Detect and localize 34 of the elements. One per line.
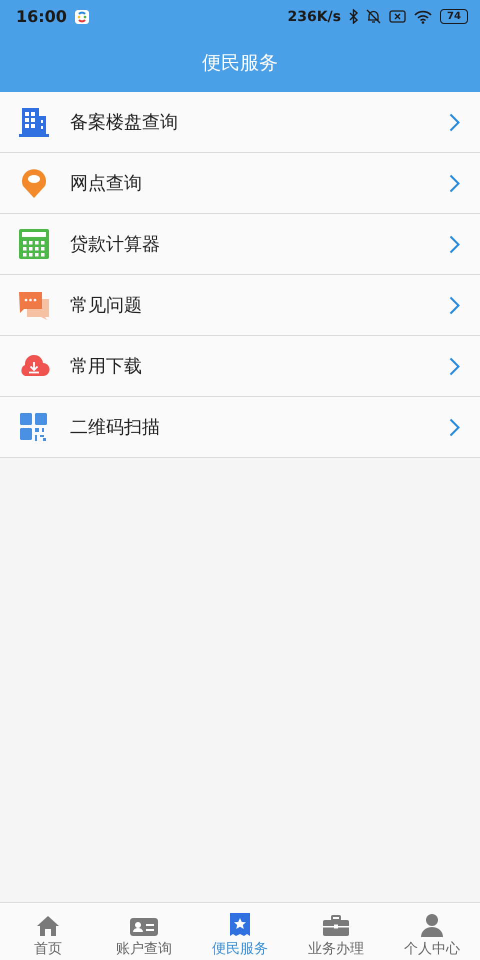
id-card-icon [130, 917, 158, 937]
nav-tab[interactable]: 首页 [0, 903, 96, 960]
nav-tab[interactable]: 账户查询 [96, 903, 192, 960]
chevron-right-icon [449, 418, 460, 436]
network-speed: 236K/s [287, 8, 341, 24]
chevron-right-icon [449, 112, 460, 132]
muted-bell-icon [366, 9, 381, 24]
qr-code-icon [18, 411, 50, 443]
building-icon [18, 106, 50, 138]
menu-item[interactable]: 贷款计算器 [0, 214, 480, 275]
chevron-right-icon [449, 296, 460, 314]
nav-tab[interactable]: 个人中心 [384, 903, 480, 960]
menu-item[interactable]: 二维码扫描 [0, 397, 480, 458]
chat-bubbles-icon [18, 289, 50, 321]
home-icon [36, 915, 60, 937]
app-notification-icon [74, 10, 89, 24]
briefcase-icon [323, 915, 349, 937]
menu-item[interactable]: 备案楼盘查询 [0, 92, 480, 153]
bluetooth-icon [349, 9, 358, 24]
calculator-icon [18, 228, 50, 260]
chevron-right-icon [449, 356, 460, 376]
battery-indicator: 74 [440, 9, 468, 24]
page-title: 便民服务 [202, 50, 278, 76]
wifi-icon [414, 10, 432, 24]
star-ticket-icon [230, 913, 250, 937]
menu-item[interactable]: 网点查询 [0, 153, 480, 214]
nav-tab[interactable]: 业务办理 [288, 903, 384, 960]
chevron-right-icon [449, 234, 460, 254]
status-time: 16:00 [16, 7, 67, 26]
chevron-right-icon [449, 174, 460, 192]
menu-item[interactable]: 常用下载 [0, 336, 480, 397]
no-sim-icon [389, 10, 406, 23]
menu-item[interactable]: 常见问题 [0, 275, 480, 336]
person-icon [421, 913, 443, 937]
